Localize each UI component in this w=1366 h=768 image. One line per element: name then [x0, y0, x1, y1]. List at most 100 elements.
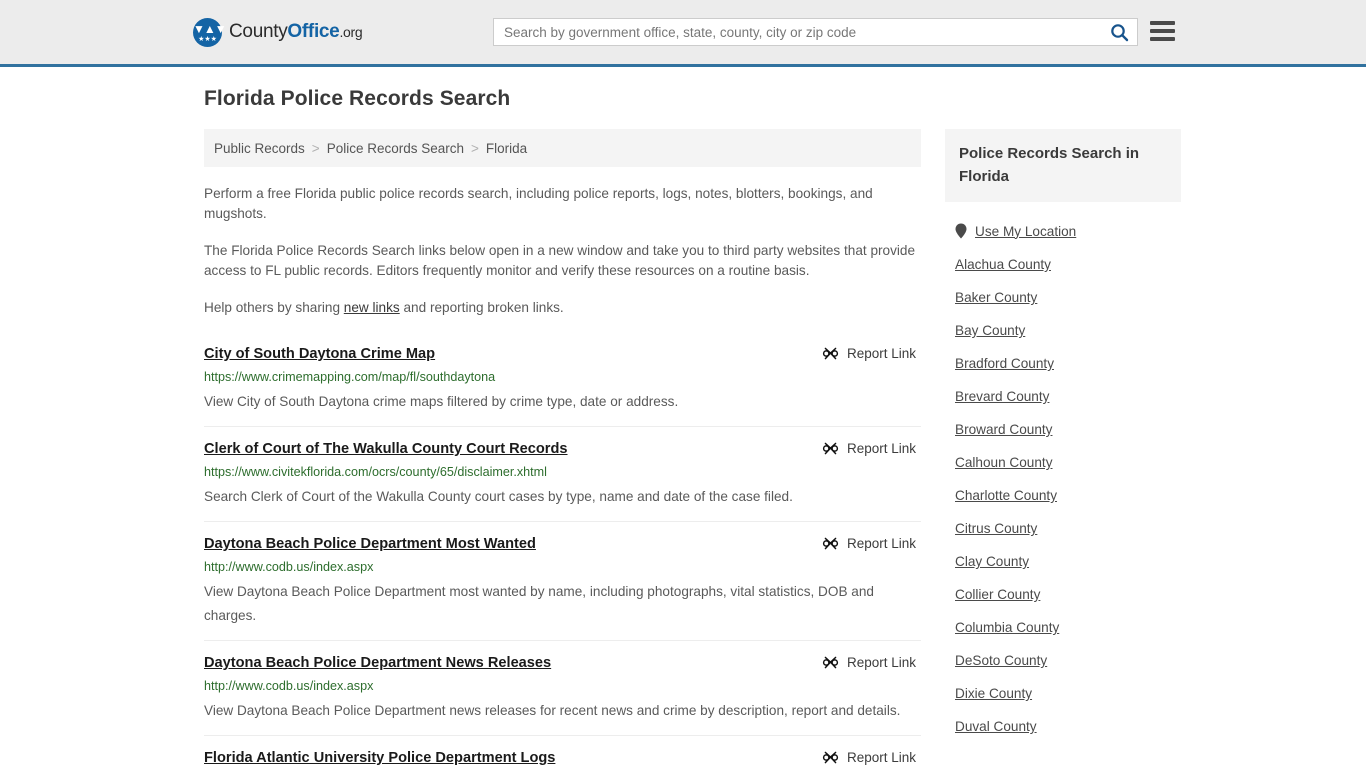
sidebar-item-label[interactable]: Columbia County — [955, 620, 1059, 635]
sidebar-item-label[interactable]: Collier County — [955, 587, 1040, 602]
result-description: View Daytona Beach Police Department mos… — [204, 584, 874, 623]
page-body: Florida Police Records Search Public Rec… — [0, 67, 1366, 768]
intro-text: Perform a free Florida public police rec… — [204, 184, 921, 318]
broken-link-icon — [822, 537, 839, 550]
result-description: Search Clerk of Court of the Wakulla Cou… — [204, 489, 793, 504]
intro-paragraph-1: Perform a free Florida public police rec… — [204, 186, 873, 221]
sidebar-heading: Police Records Search in Florida — [945, 129, 1181, 202]
broken-link-icon — [822, 442, 839, 455]
sidebar-item-label[interactable]: DeSoto County — [955, 653, 1047, 668]
report-link-button[interactable]: Report Link — [822, 345, 921, 362]
sidebar-item-columbia-county[interactable]: Columbia County — [945, 611, 1181, 644]
result-url[interactable]: https://www.crimemapping.com/map/fl/sout… — [204, 369, 921, 385]
report-link-button[interactable]: Report Link — [822, 440, 921, 457]
hamburger-bar-1 — [1150, 21, 1175, 25]
sidebar-item-label[interactable]: Duval County — [955, 719, 1037, 734]
result-item: City of South Daytona Crime Map Report L… — [204, 342, 921, 427]
result-header: Daytona Beach Police Department News Rel… — [204, 653, 921, 673]
sidebar-item-broward-county[interactable]: Broward County — [945, 413, 1181, 446]
page-title: Florida Police Records Search — [204, 87, 511, 110]
sidebar-item-clay-county[interactable]: Clay County — [945, 545, 1181, 578]
report-link-button[interactable]: Report Link — [822, 654, 921, 671]
eagle-seal-logo-icon: ▼▲▼ ★★★ — [193, 17, 227, 47]
report-link-label: Report Link — [846, 750, 916, 765]
result-url[interactable]: https://www.civitekflorida.com/ocrs/coun… — [204, 464, 921, 480]
sidebar: Police Records Search in Florida Use My … — [945, 129, 1181, 743]
sidebar-item-label[interactable]: Bay County — [955, 323, 1025, 338]
intro-p3-before: Help others by sharing — [204, 300, 344, 315]
breadcrumb: Public Records > Police Records Search >… — [204, 129, 921, 167]
search-input[interactable] — [494, 24, 1101, 40]
content-layout: Public Records > Police Records Search >… — [0, 129, 1366, 768]
site-logo[interactable]: ▼▲▼ ★★★ CountyOffice.org — [193, 17, 363, 47]
broken-link-icon — [822, 347, 839, 360]
sidebar-item-label[interactable]: Dixie County — [955, 686, 1032, 701]
sidebar-item-label[interactable]: Broward County — [955, 422, 1052, 437]
sidebar-item-collier-county[interactable]: Collier County — [945, 578, 1181, 611]
report-link-label: Report Link — [846, 441, 916, 456]
sidebar-item-label[interactable]: Alachua County — [955, 257, 1051, 272]
report-link-label: Report Link — [846, 346, 916, 361]
logo-text-part3: .org — [339, 24, 363, 40]
sidebar-item-label[interactable]: Use My Location — [975, 224, 1076, 239]
report-link-button[interactable]: Report Link — [822, 535, 921, 552]
sidebar-county-list: Use My Location Alachua County Baker Cou… — [945, 214, 1181, 743]
sidebar-item-label[interactable]: Citrus County — [955, 521, 1037, 536]
sidebar-item-alachua-county[interactable]: Alachua County — [945, 248, 1181, 281]
sidebar-item-baker-county[interactable]: Baker County — [945, 281, 1181, 314]
sidebar-item-duval-county[interactable]: Duval County — [945, 710, 1181, 743]
sidebar-item-bradford-county[interactable]: Bradford County — [945, 347, 1181, 380]
map-pin-icon — [955, 223, 967, 239]
breadcrumb-item-police-records-search[interactable]: Police Records Search — [327, 141, 464, 156]
sidebar-item-label[interactable]: Calhoun County — [955, 455, 1053, 470]
hamburger-menu-icon[interactable] — [1150, 19, 1175, 43]
sidebar-item-bay-county[interactable]: Bay County — [945, 314, 1181, 347]
breadcrumb-separator: > — [311, 140, 320, 156]
search-bar[interactable] — [493, 18, 1138, 46]
breadcrumb-separator: > — [471, 140, 479, 156]
result-item: Florida Atlantic University Police Depar… — [204, 748, 921, 768]
report-link-button[interactable]: Report Link — [822, 749, 921, 766]
result-title-link[interactable]: Daytona Beach Police Department News Rel… — [204, 653, 551, 673]
breadcrumb-item-public-records[interactable]: Public Records — [214, 141, 305, 156]
result-title-link[interactable]: Florida Atlantic University Police Depar… — [204, 748, 555, 768]
intro-paragraph-2: The Florida Police Records Search links … — [204, 243, 916, 278]
sidebar-item-label[interactable]: Brevard County — [955, 389, 1049, 404]
report-link-label: Report Link — [846, 536, 916, 551]
sidebar-item-label[interactable]: Bradford County — [955, 356, 1054, 371]
sidebar-item-label[interactable]: Charlotte County — [955, 488, 1057, 503]
result-description: View Daytona Beach Police Department new… — [204, 703, 901, 718]
main-column: Public Records > Police Records Search >… — [204, 129, 921, 768]
result-item: Daytona Beach Police Department News Rel… — [204, 653, 921, 736]
sidebar-item-charlotte-county[interactable]: Charlotte County — [945, 479, 1181, 512]
sidebar-item-brevard-county[interactable]: Brevard County — [945, 380, 1181, 413]
report-link-label: Report Link — [846, 655, 916, 670]
sidebar-item-label[interactable]: Clay County — [955, 554, 1029, 569]
result-item: Clerk of Court of The Wakulla County Cou… — [204, 439, 921, 522]
hamburger-bar-2 — [1150, 29, 1175, 33]
result-item: Daytona Beach Police Department Most Wan… — [204, 534, 921, 641]
search-button[interactable] — [1101, 19, 1137, 45]
sidebar-item-label[interactable]: Baker County — [955, 290, 1037, 305]
sidebar-item-use-my-location[interactable]: Use My Location — [945, 214, 1181, 248]
hamburger-bar-3 — [1150, 37, 1175, 41]
breadcrumb-item-florida[interactable]: Florida — [486, 141, 527, 156]
result-header: Florida Atlantic University Police Depar… — [204, 748, 921, 768]
result-header: Daytona Beach Police Department Most Wan… — [204, 534, 921, 554]
new-links-link[interactable]: new links — [344, 300, 400, 315]
logo-text-part1: County — [229, 21, 288, 42]
result-title-link[interactable]: Clerk of Court of The Wakulla County Cou… — [204, 439, 568, 459]
result-title-link[interactable]: Daytona Beach Police Department Most Wan… — [204, 534, 536, 554]
sidebar-item-dixie-county[interactable]: Dixie County — [945, 677, 1181, 710]
broken-link-icon — [822, 751, 839, 764]
result-header: City of South Daytona Crime Map Report L… — [204, 344, 921, 364]
result-title-link[interactable]: City of South Daytona Crime Map — [204, 344, 435, 364]
result-url[interactable]: http://www.codb.us/index.aspx — [204, 678, 921, 694]
sidebar-item-calhoun-county[interactable]: Calhoun County — [945, 446, 1181, 479]
site-header: ▼▲▼ ★★★ CountyOffice.org — [0, 0, 1366, 67]
sidebar-item-citrus-county[interactable]: Citrus County — [945, 512, 1181, 545]
results-list: City of South Daytona Crime Map Report L… — [204, 342, 921, 768]
sidebar-item-desoto-county[interactable]: DeSoto County — [945, 644, 1181, 677]
result-header: Clerk of Court of The Wakulla County Cou… — [204, 439, 921, 459]
result-url[interactable]: http://www.codb.us/index.aspx — [204, 559, 921, 575]
